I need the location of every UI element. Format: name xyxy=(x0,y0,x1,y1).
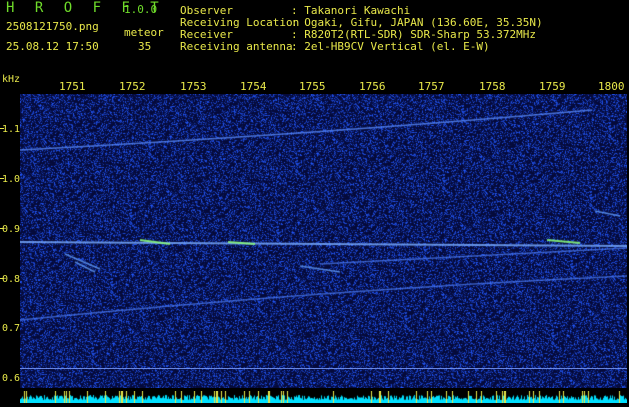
file-datetime: 25.08.12 17:50 xyxy=(6,40,99,53)
x-tick-label: 1757 xyxy=(418,80,445,93)
spectrogram-plot xyxy=(20,94,627,388)
y-tick-label: 0.7 xyxy=(2,323,21,334)
y-tick-label: 0.9 xyxy=(2,224,21,235)
app-version: 1.0.0 xyxy=(124,3,158,16)
info-value-antenna: : 2el-HB9CV Vertical (el. E-W) xyxy=(291,40,490,53)
x-tick-label: 1759 xyxy=(539,80,566,93)
x-tick-label: 1756 xyxy=(359,80,386,93)
file-name: 2508121750.png xyxy=(6,20,99,33)
y-axis-unit: kHz xyxy=(2,74,21,85)
y-tick-label: 0.6 xyxy=(2,373,21,384)
x-tick-label: 1754 xyxy=(240,80,267,93)
x-tick-label: 1753 xyxy=(180,80,207,93)
y-tick-mark xyxy=(0,228,4,229)
x-tick-label: 1755 xyxy=(299,80,326,93)
x-tick-label: 1758 xyxy=(479,80,506,93)
x-tick-label: 1751 xyxy=(59,80,86,93)
x-tick-label: 1800 xyxy=(598,80,625,93)
meteor-label: meteor xyxy=(124,26,164,39)
info-key-antenna: Receiving antenna xyxy=(180,40,293,53)
y-tick-label: 0.8 xyxy=(2,274,21,285)
y-tick-label: 1.1 xyxy=(2,124,21,135)
y-tick-label: 1.0 xyxy=(2,174,21,185)
y-tick-mark xyxy=(0,278,4,279)
y-tick-mark xyxy=(0,128,4,129)
signal-histogram xyxy=(20,388,627,403)
y-tick-mark xyxy=(0,178,4,179)
header-panel: H R O F F T 1.0.0 2508121750.png meteor … xyxy=(0,0,629,73)
histogram-canvas xyxy=(20,391,627,403)
baseline-marker xyxy=(20,368,627,369)
spectrogram-canvas xyxy=(20,94,627,388)
x-tick-label: 1752 xyxy=(119,80,146,93)
meteor-count: 35 xyxy=(138,40,152,53)
